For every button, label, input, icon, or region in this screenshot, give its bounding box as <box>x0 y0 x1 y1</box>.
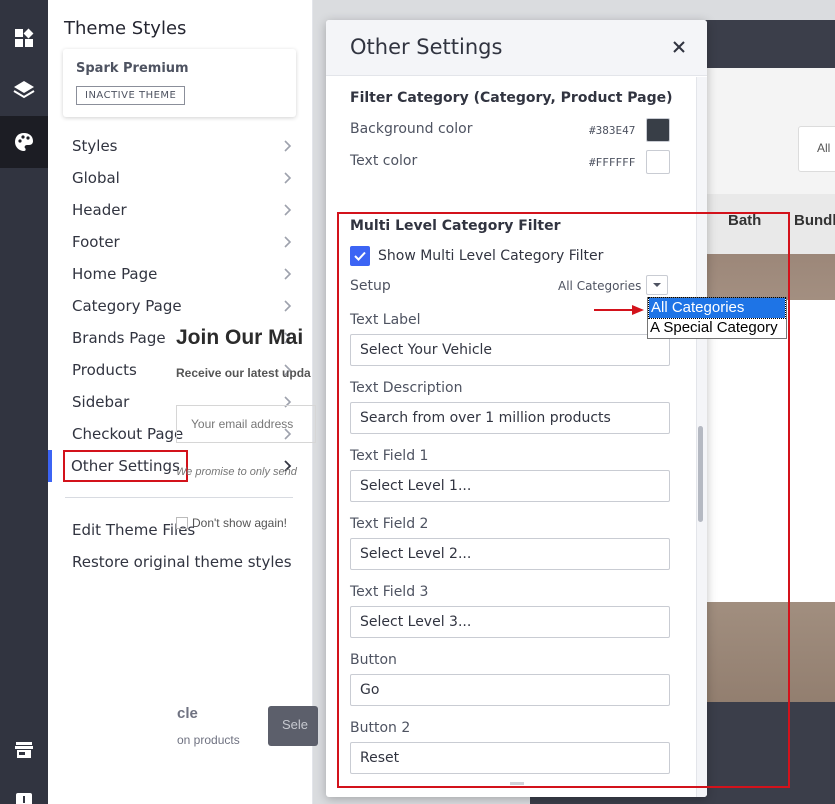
checkbox-icon <box>176 517 188 529</box>
palette-icon[interactable] <box>0 116 48 168</box>
nav-item-styles[interactable]: Styles <box>72 130 294 162</box>
filter-category-title: Filter Category (Category, Product Page) <box>350 90 673 106</box>
setup-option-all-categories[interactable]: All Categories <box>648 297 786 319</box>
preview-footer-button: Sele <box>268 706 318 746</box>
theme-styles-panel: Theme Styles Spark Premium INACTIVE THEM… <box>48 0 313 804</box>
dashboard-icon[interactable] <box>0 12 48 64</box>
nav-item-label: Brands Page <box>72 329 166 347</box>
nav-item-label: Category Page <box>72 297 182 315</box>
nav-divider <box>65 497 293 498</box>
chevron-right-icon <box>284 204 292 216</box>
preview-footer-title: cle <box>177 705 198 722</box>
nav-item-label: Footer <box>72 233 120 251</box>
nav-item-label: Sidebar <box>72 393 130 411</box>
nav-item-global[interactable]: Global <box>72 162 294 194</box>
preview-tab-bundle: Bundl <box>794 212 835 229</box>
chevron-right-icon <box>284 140 292 152</box>
modal-title: Other Settings <box>350 35 503 59</box>
annotation-arrow-icon <box>594 305 644 315</box>
nav-item-label: Checkout Page <box>72 425 184 443</box>
popup-dont-show: Don't show again! <box>176 516 287 530</box>
preview-search-select: All <box>798 126 835 172</box>
chevron-right-icon <box>284 236 292 248</box>
modal-header: Other Settings <box>326 20 707 76</box>
theme-status-badge: INACTIVE THEME <box>76 86 186 105</box>
text-color-label: Text color <box>350 153 418 169</box>
dont-show-label: Don't show again! <box>192 516 288 530</box>
icon-rail <box>0 0 48 804</box>
setup-option-special-category[interactable]: A Special Category <box>648 318 786 338</box>
popup-title: Join Our Mai <box>176 326 304 349</box>
theme-card: Spark Premium INACTIVE THEME <box>63 49 296 117</box>
nav-item-label: Global <box>72 169 120 187</box>
close-icon[interactable] <box>670 38 688 56</box>
nav-item-label: Home Page <box>72 265 158 283</box>
nav-item-category-page[interactable]: Category Page <box>72 290 294 322</box>
text-color-hex: #FFFFFF <box>589 156 636 169</box>
background-color-swatch[interactable] <box>646 118 670 142</box>
active-nav-indicator <box>48 450 52 482</box>
popup-promise-text: We promise to only send <box>176 466 297 478</box>
nav-item-label: Styles <box>72 137 118 155</box>
preview-footer-subtitle: on products <box>177 733 240 747</box>
chevron-right-icon <box>284 268 292 280</box>
layers-icon[interactable] <box>0 64 48 116</box>
restore-theme-styles-link[interactable]: Restore original theme styles <box>72 546 292 578</box>
chevron-right-icon <box>284 172 292 184</box>
text-color-swatch[interactable] <box>646 150 670 174</box>
chevron-right-icon <box>284 300 292 312</box>
popup-email-input: Your email address <box>176 405 316 443</box>
setup-dropdown-list: All Categories A Special Category <box>647 297 787 339</box>
nav-item-label: Header <box>72 201 127 219</box>
background-color-hex: #383E47 <box>589 124 636 137</box>
background-color-label: Background color <box>350 121 473 137</box>
storefront-icon[interactable] <box>0 724 48 776</box>
panel-title: Theme Styles <box>64 18 187 39</box>
alert-icon[interactable] <box>0 775 48 804</box>
popup-subtitle: Receive our latest upda <box>176 366 311 380</box>
theme-name: Spark Premium <box>76 61 189 76</box>
nav-item-label: Other Settings <box>63 450 188 482</box>
nav-item-home-page[interactable]: Home Page <box>72 258 294 290</box>
nav-item-header[interactable]: Header <box>72 194 294 226</box>
nav-item-label: Products <box>72 361 137 379</box>
nav-item-footer[interactable]: Footer <box>72 226 294 258</box>
